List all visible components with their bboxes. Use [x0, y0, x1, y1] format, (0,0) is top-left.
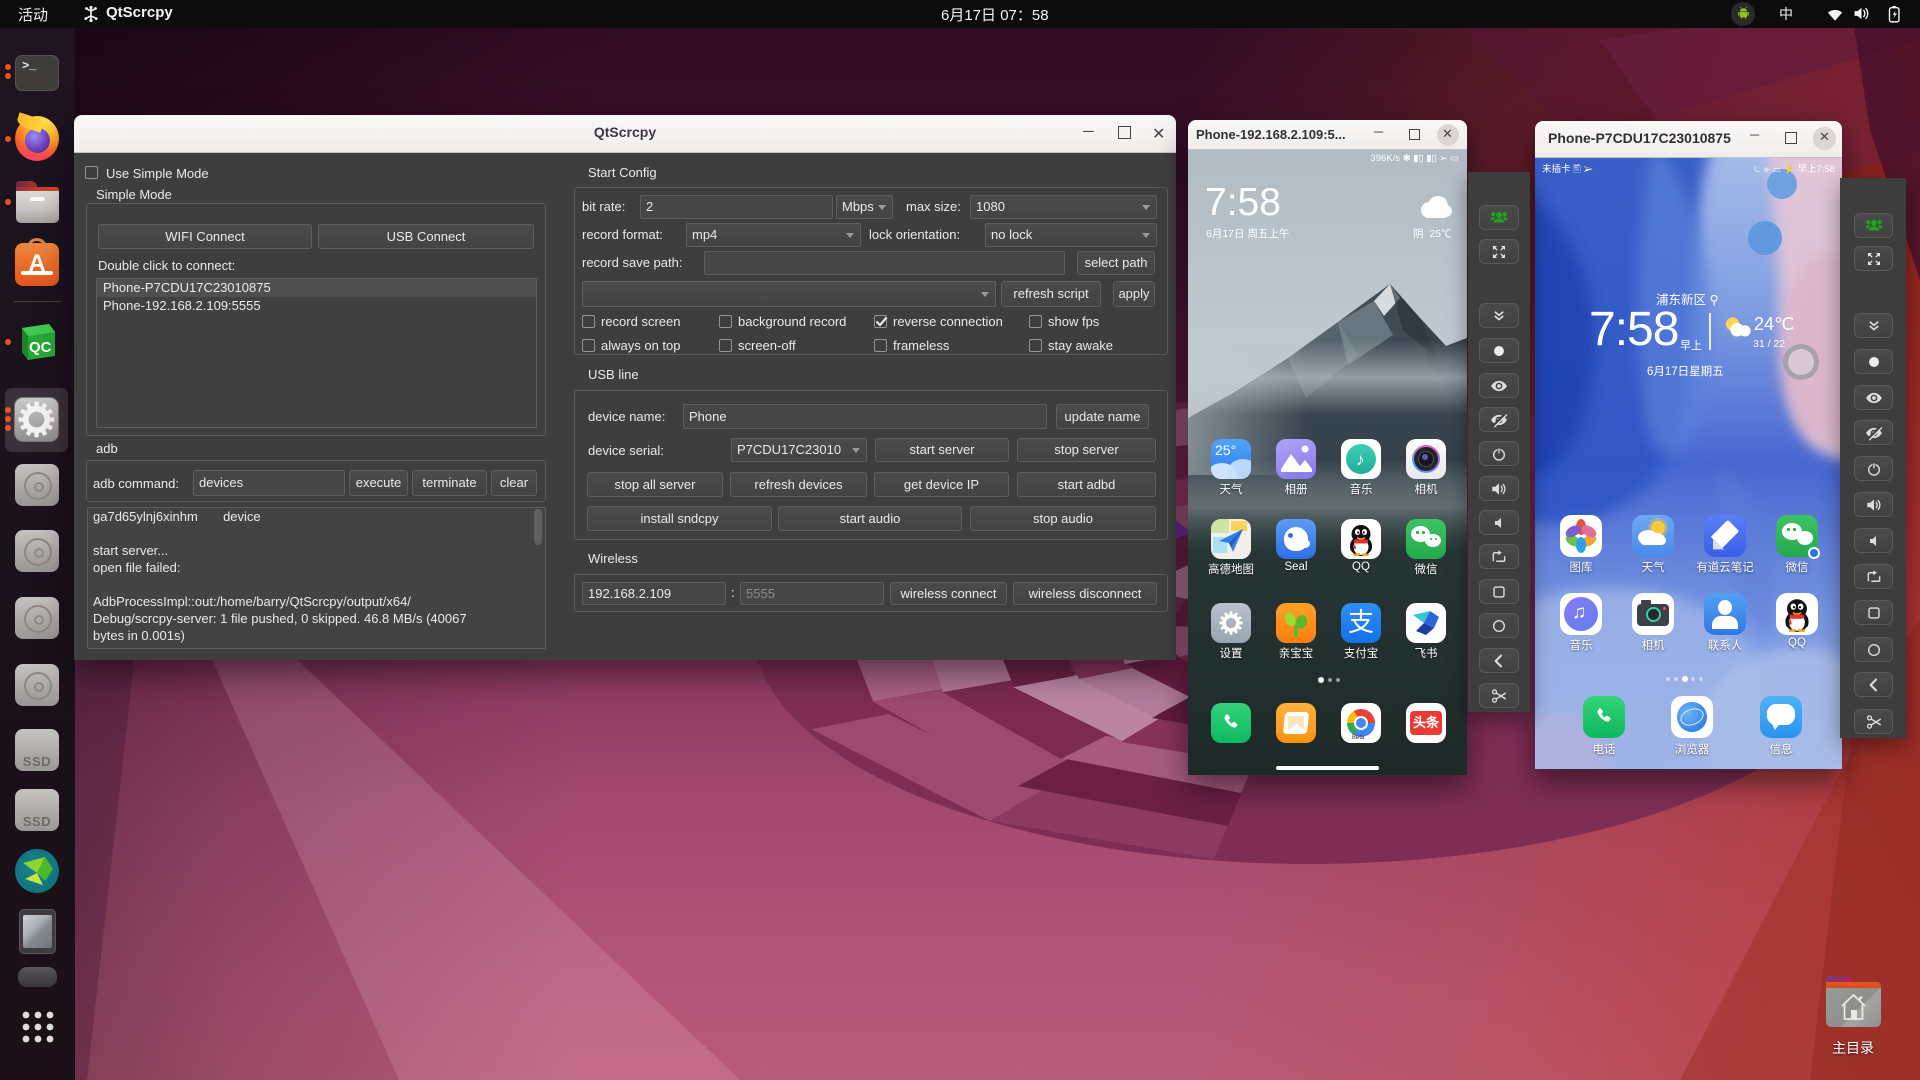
svg-text:QC: QC	[29, 339, 52, 356]
